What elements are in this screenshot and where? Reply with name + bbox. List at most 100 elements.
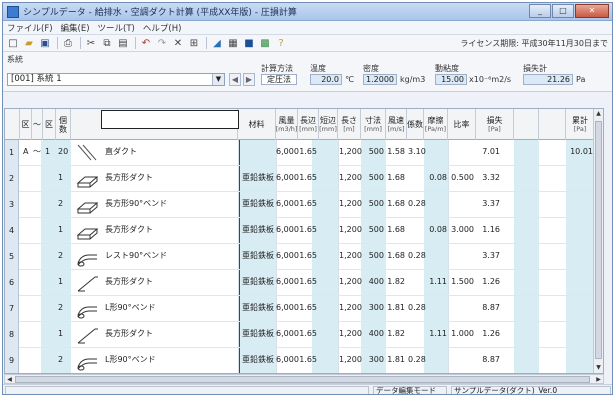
cell-a[interactable]: A [23,146,31,158]
system-select[interactable]: [001] 系統 1 ▼ [7,73,225,86]
selected-cell[interactable] [101,110,239,129]
row-number[interactable]: 1 [5,140,19,166]
menu-tools[interactable]: ツール(T) [98,22,135,34]
cell-length[interactable]: 1,200 [339,224,362,236]
cell-loss[interactable]: 1.26 [480,328,500,340]
cell-flow[interactable]: 6,000 [276,354,299,366]
cell-loss[interactable]: 3.37 [480,250,500,262]
calc-method-value[interactable]: 定圧法 [261,74,297,85]
cell-long[interactable]: 1.65 [299,198,317,210]
cell-count[interactable]: 2 [58,302,69,314]
density-value[interactable]: 1.2000 [363,74,397,85]
cell-shape[interactable]: L形90°ベンド [105,302,235,314]
cell-long[interactable]: 1.65 [299,172,317,184]
menu-edit[interactable]: 編集(E) [61,22,90,34]
cell-length[interactable]: 1,200 [339,328,362,340]
row-number[interactable]: 9 [5,348,19,373]
cell-dim[interactable]: 500 [362,172,384,184]
redo-icon[interactable]: ↷ [155,37,169,50]
table-row[interactable]: 8 1 長方形ダクト 亜鉛鉄板 6,000 1.65 1,200 400 1.82 1.11 1.0… [5,322,603,348]
cell-count[interactable]: 1 [58,224,69,236]
table-row[interactable]: 3 2 長方形90°ベンド 亜鉛鉄板 6,000 1.65 1,200 500 1.68 0.28… [5,192,603,218]
table-row[interactable]: 5 2 レスト90°ベンド 亜鉛鉄板 6,000 1.65 1,200 500 1.68 0.28… [5,244,603,270]
cell-loss[interactable]: 3.37 [480,198,500,210]
cell-length[interactable]: 1,200 [339,276,362,288]
cell-dim[interactable]: 300 [362,354,384,366]
cell-shape[interactable]: 長方形ダクト [105,224,235,236]
scroll-up-icon[interactable]: ▲ [594,109,603,119]
cell-coef[interactable]: 3.10 [408,146,426,158]
cell-b[interactable]: 〜 [33,146,41,158]
table-row[interactable]: 1 A 〜 1 20 直ダクト 6,000 1.65 1,200 500 1.58 3.10 7.01 1… [5,140,603,166]
cell-flow[interactable]: 6,000 [276,146,299,158]
cell-shape[interactable]: 長方形ダクト [105,172,235,184]
cell-long[interactable]: 1.65 [299,354,317,366]
duct-grid[interactable]: 区 〜 区 個数 形状 材料 風量[m3/h] 長辺[mm] 短辺[mm] 長さ… [4,108,604,374]
cell-shape[interactable]: 長方形90°ベンド [105,198,235,210]
cell-speed[interactable]: 1.81 [387,302,405,314]
insert-icon[interactable]: ⊞ [187,37,201,50]
cell-count[interactable]: 2 [58,198,69,210]
cell-friction[interactable]: 1.11 [425,328,447,340]
cell-flow[interactable]: 6,000 [276,276,299,288]
cell-speed[interactable]: 1.82 [387,276,405,288]
cell-speed[interactable]: 1.68 [387,172,405,184]
row-number[interactable]: 7 [5,296,19,322]
cell-c[interactable]: 1 [45,146,54,158]
prev-system-icon[interactable]: ◀ [229,73,241,86]
cell-coef[interactable]: 0.28 [408,354,426,366]
cell-shape[interactable]: L形90°ベンド [105,354,235,366]
new-icon[interactable]: □ [6,37,20,50]
export-icon[interactable]: ▩ [258,37,272,50]
cell-material[interactable]: 亜鉛鉄板 [242,302,274,314]
cell-ratio[interactable]: 1.500 [449,276,474,288]
cell-dim[interactable]: 500 [362,198,384,210]
cell-loss[interactable]: 1.16 [480,224,500,236]
print-icon[interactable]: ⎙ [61,37,75,50]
cell-ratio[interactable]: 3.000 [449,224,474,236]
scroll-down-icon[interactable]: ▼ [594,363,603,373]
cell-friction[interactable]: 1.11 [425,276,447,288]
cell-shape[interactable]: 長方形ダクト [105,328,235,340]
cell-dim[interactable]: 400 [362,328,384,340]
open-icon[interactable]: ▰ [22,37,36,50]
cell-shape[interactable]: 直ダクト [105,146,235,158]
cell-long[interactable]: 1.65 [299,250,317,262]
undo-icon[interactable]: ↶ [139,37,153,50]
cell-count[interactable]: 1 [58,172,69,184]
cell-loss[interactable]: 8.87 [480,302,500,314]
cell-long[interactable]: 1.65 [299,276,317,288]
cell-dim[interactable]: 400 [362,276,384,288]
cell-coef[interactable]: 0.28 [408,198,426,210]
cell-speed[interactable]: 1.58 [387,146,405,158]
row-number[interactable]: 2 [5,166,19,192]
vertical-scrollbar[interactable]: ▲ ▼ [593,109,603,373]
horizontal-scroll-thumb[interactable] [15,376,590,383]
cell-count[interactable]: 2 [58,354,69,366]
cell-shape[interactable]: レスト90°ベンド [105,250,235,262]
report-icon[interactable]: ■ [242,37,256,50]
cell-length[interactable]: 1,200 [339,250,362,262]
save-icon[interactable]: ▣ [38,37,52,50]
cell-count[interactable]: 1 [58,276,69,288]
cell-material[interactable]: 亜鉛鉄板 [242,224,274,236]
cell-dim[interactable]: 500 [362,146,384,158]
table-row[interactable]: 6 1 長方形ダクト 亜鉛鉄板 6,000 1.65 1,200 400 1.82 1.11 1.5… [5,270,603,296]
cell-flow[interactable]: 6,000 [276,328,299,340]
cell-count[interactable]: 1 [58,328,69,340]
cell-material[interactable]: 亜鉛鉄板 [242,172,274,184]
cell-speed[interactable]: 1.68 [387,224,405,236]
cell-total[interactable]: 10.01 [567,146,593,158]
menu-file[interactable]: ファイル(F) [7,22,53,34]
cell-long[interactable]: 1.65 [299,302,317,314]
cell-material[interactable]: 亜鉛鉄板 [242,198,274,210]
cell-speed[interactable]: 1.82 [387,328,405,340]
cell-count[interactable]: 2 [58,250,69,262]
cell-flow[interactable]: 6,000 [276,172,299,184]
cell-speed[interactable]: 1.68 [387,198,405,210]
sort-icon[interactable]: ◢ [210,37,224,50]
cell-flow[interactable]: 6,000 [276,250,299,262]
cell-friction[interactable]: 0.08 [425,224,447,236]
cell-length[interactable]: 1,200 [339,198,362,210]
cell-ratio[interactable]: 1.000 [449,328,474,340]
